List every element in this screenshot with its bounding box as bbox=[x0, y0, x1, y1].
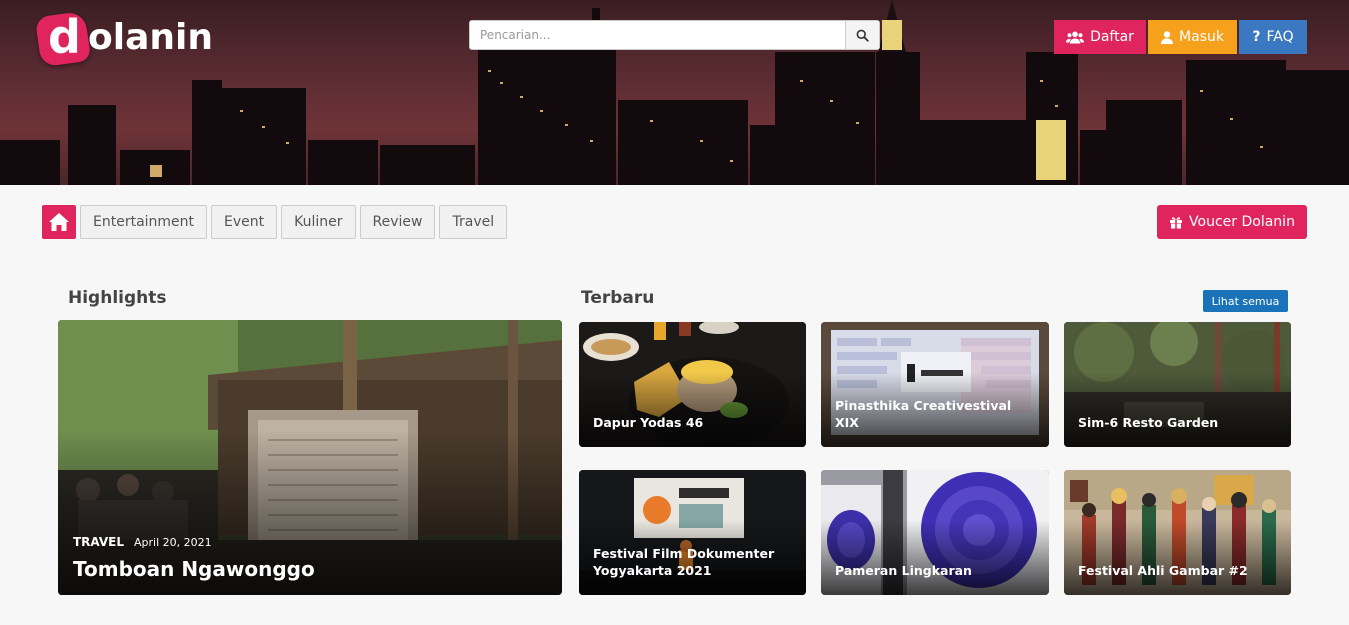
highlight-meta: TRAVEL April 20, 2021 bbox=[73, 535, 212, 549]
card-title[interactable]: Pinasthika Creativestival XIX bbox=[835, 397, 1039, 431]
latest-card[interactable]: Festival Ahli Gambar #2 bbox=[1064, 470, 1291, 595]
nav-item-kuliner[interactable]: Kuliner bbox=[281, 205, 356, 239]
latest-card[interactable]: Sim-6 Resto Garden bbox=[1064, 322, 1291, 447]
card-title[interactable]: Pameran Lingkaran bbox=[835, 562, 1039, 579]
card-overlay bbox=[1064, 372, 1291, 447]
voucher-label: Voucer Dolanin bbox=[1189, 214, 1295, 230]
search-bar bbox=[469, 20, 880, 50]
card-title[interactable]: Dapur Yodas 46 bbox=[593, 414, 796, 431]
users-icon bbox=[1066, 31, 1085, 43]
logo-wordmark: olanin bbox=[88, 17, 213, 58]
voucher-button[interactable]: Voucer Dolanin bbox=[1157, 205, 1307, 239]
login-label: Masuk bbox=[1179, 29, 1224, 45]
highlight-category[interactable]: TRAVEL bbox=[73, 535, 124, 549]
highlight-card[interactable]: TRAVEL April 20, 2021 Tomboan Ngawonggo bbox=[58, 320, 562, 595]
nav-item-entertainment[interactable]: Entertainment bbox=[80, 205, 208, 239]
card-title[interactable]: Sim-6 Resto Garden bbox=[1078, 414, 1281, 431]
faq-button[interactable]: ? FAQ bbox=[1239, 20, 1307, 54]
register-button[interactable]: Daftar bbox=[1054, 20, 1146, 54]
card-title[interactable]: Festival Film Dokumenter Yogyakarta 2021 bbox=[593, 545, 796, 579]
dolanin-logo[interactable]: d olanin bbox=[34, 10, 218, 68]
gift-icon bbox=[1170, 217, 1183, 229]
latest-card[interactable]: Pameran Lingkaran bbox=[821, 470, 1049, 595]
latest-card[interactable]: Pinasthika Creativestival XIX bbox=[821, 322, 1049, 447]
see-all-button[interactable]: Lihat semua bbox=[1203, 290, 1288, 312]
search-icon bbox=[856, 29, 869, 42]
faq-label: FAQ bbox=[1266, 29, 1294, 45]
card-overlay bbox=[1064, 520, 1291, 595]
login-button[interactable]: Masuk bbox=[1148, 20, 1237, 54]
card-overlay bbox=[579, 372, 806, 447]
highlight-title[interactable]: Tomboan Ngawonggo bbox=[73, 557, 315, 581]
highlight-date: April 20, 2021 bbox=[134, 536, 212, 549]
header-banner: d olanin Daftar Masuk ? FAQ bbox=[0, 0, 1349, 185]
category-nav: Entertainment Event Kuliner Review Trave… bbox=[42, 205, 508, 239]
search-input[interactable] bbox=[470, 21, 845, 49]
question-icon: ? bbox=[1252, 29, 1261, 45]
user-icon bbox=[1161, 30, 1174, 44]
home-icon bbox=[49, 213, 69, 231]
nav-item-event[interactable]: Event bbox=[211, 205, 278, 239]
card-overlay bbox=[821, 520, 1049, 595]
search-button[interactable] bbox=[845, 21, 879, 49]
logo-letter: d bbox=[48, 10, 81, 64]
home-button[interactable] bbox=[42, 205, 76, 239]
highlights-heading: Highlights bbox=[68, 288, 167, 308]
latest-heading: Terbaru bbox=[581, 288, 655, 308]
register-label: Daftar bbox=[1090, 29, 1134, 45]
nav-item-review[interactable]: Review bbox=[359, 205, 436, 239]
nav-item-travel[interactable]: Travel bbox=[439, 205, 508, 239]
latest-card[interactable]: Festival Film Dokumenter Yogyakarta 2021 bbox=[579, 470, 806, 595]
card-title[interactable]: Festival Ahli Gambar #2 bbox=[1078, 562, 1281, 579]
latest-card[interactable]: Dapur Yodas 46 bbox=[579, 322, 806, 447]
